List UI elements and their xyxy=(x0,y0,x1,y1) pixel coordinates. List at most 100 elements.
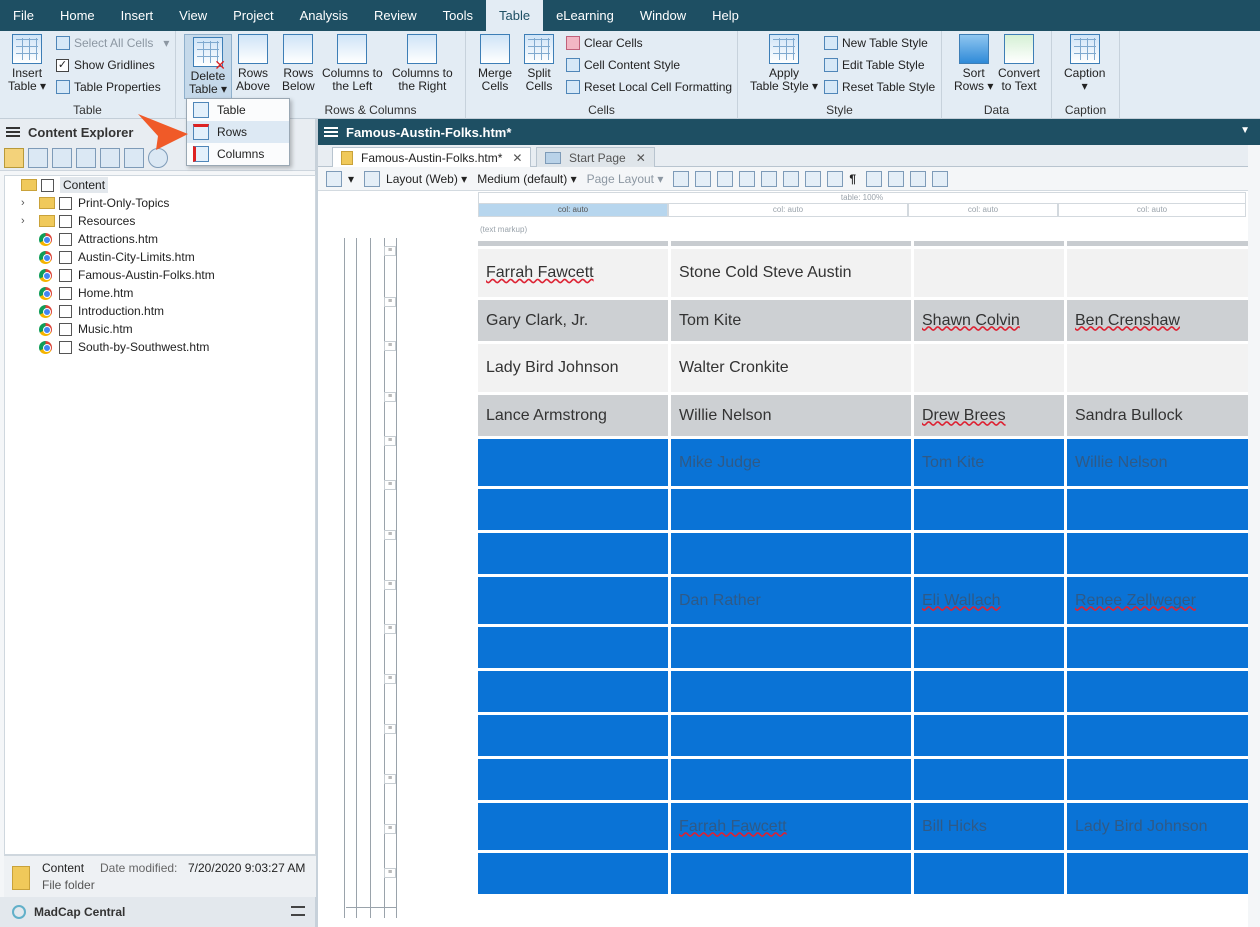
table-cell[interactable] xyxy=(671,853,911,894)
format-icon[interactable] xyxy=(695,170,712,187)
edit-table-style-button[interactable]: Edit Table Style xyxy=(824,58,925,72)
table-cell[interactable]: Drew Brees xyxy=(914,395,1064,436)
menu-view[interactable]: View xyxy=(166,0,220,31)
table-properties-button[interactable]: Table Properties xyxy=(56,80,161,94)
table-cell[interactable] xyxy=(671,671,911,712)
table-cell[interactable]: Sandra Bullock xyxy=(1067,395,1255,436)
tree-item[interactable]: › Resources xyxy=(21,212,135,230)
checkbox[interactable] xyxy=(59,304,72,318)
tab-famous-austin-folks[interactable]: Famous-Austin-Folks.htm* ✕ xyxy=(332,147,532,167)
tree-item-content[interactable]: Content xyxy=(21,176,109,194)
table-cell[interactable] xyxy=(914,344,1064,392)
table-cell[interactable] xyxy=(671,627,911,668)
table-cell[interactable]: Mike Judge xyxy=(671,439,911,486)
table-row[interactable] xyxy=(478,853,1255,894)
show-gridlines-checkbox[interactable]: ✓ Show Gridlines xyxy=(56,58,155,72)
table-cell[interactable] xyxy=(1067,853,1255,894)
menu-insert[interactable]: Insert xyxy=(108,0,167,31)
table-cell[interactable] xyxy=(914,759,1064,800)
table-cell[interactable] xyxy=(478,627,668,668)
split-cells-button[interactable]: Split Cells xyxy=(524,34,554,93)
checkbox[interactable] xyxy=(59,268,72,282)
table-row[interactable] xyxy=(478,671,1255,712)
table-row[interactable]: Mike Judge Tom Kite Willie Nelson xyxy=(478,439,1255,486)
table-cell[interactable] xyxy=(914,533,1064,574)
menu-window[interactable]: Window xyxy=(627,0,699,31)
table-cell[interactable]: Farrah Fawcett xyxy=(478,249,668,297)
sort-rows-button[interactable]: Sort Rows ▾ xyxy=(954,34,993,93)
rows-above-button[interactable]: Rows Above xyxy=(236,34,270,93)
new-table-style-button[interactable]: New Table Style xyxy=(824,36,928,50)
tree-item[interactable]: Home.htm xyxy=(21,284,133,302)
page-layout-dropdown[interactable]: Page Layout ▾ xyxy=(587,172,664,186)
tree-item[interactable]: Austin-City-Limits.htm xyxy=(21,248,195,266)
table-cell[interactable] xyxy=(914,671,1064,712)
table-cell[interactable] xyxy=(1067,715,1255,756)
table-cell[interactable] xyxy=(671,759,911,800)
checkbox[interactable] xyxy=(59,340,72,354)
tree-item[interactable]: Music.htm xyxy=(21,320,133,338)
row-marker[interactable]: ≡ xyxy=(384,824,396,834)
table-cell[interactable] xyxy=(671,489,911,530)
tree-item[interactable]: Famous-Austin-Folks.htm xyxy=(21,266,215,284)
table-row[interactable]: Farrah Fawcett Bill Hicks Lady Bird Johnso… xyxy=(478,803,1255,850)
table-cell[interactable]: Bill Hicks xyxy=(914,803,1064,850)
format-icon[interactable] xyxy=(783,170,800,187)
table-cell[interactable]: Willie Nelson xyxy=(671,395,911,436)
table-row[interactable] xyxy=(478,759,1255,800)
table-cell[interactable]: Stone Cold Steve Austin xyxy=(671,249,911,297)
table-cell[interactable]: Willie Nelson xyxy=(1067,439,1255,486)
table-cell[interactable]: Tom Kite xyxy=(914,439,1064,486)
table-cell[interactable]: Eli Wallach xyxy=(914,577,1064,624)
table-cell[interactable] xyxy=(478,577,668,624)
chevron-down-icon[interactable]: ▼ xyxy=(1240,125,1250,136)
convert-to-text-button[interactable]: Convert to Text xyxy=(998,34,1040,93)
table-cell[interactable]: Ben Crenshaw xyxy=(1067,300,1255,341)
column-label-1[interactable]: col: auto xyxy=(478,204,668,217)
checkbox[interactable] xyxy=(59,250,72,264)
table-cell[interactable]: Walter Cronkite xyxy=(671,344,911,392)
table-cell[interactable]: Lance Armstrong xyxy=(478,395,668,436)
table-cell[interactable] xyxy=(914,715,1064,756)
clear-cells-button[interactable]: Clear Cells xyxy=(566,36,643,50)
table-cell[interactable] xyxy=(478,489,668,530)
menu-project[interactable]: Project xyxy=(220,0,286,31)
checkbox[interactable] xyxy=(59,196,72,210)
table-cell[interactable] xyxy=(478,803,668,850)
format-icon[interactable] xyxy=(739,170,756,187)
table-cell[interactable] xyxy=(1067,627,1255,668)
table-cell[interactable]: Dan Rather xyxy=(671,577,911,624)
menu-elearning[interactable]: eLearning xyxy=(543,0,627,31)
delete-table-button[interactable]: ✕ Delete Table ▾ xyxy=(184,34,233,99)
table-cell[interactable] xyxy=(914,627,1064,668)
reset-local-cell-formatting-button[interactable]: Reset Local Cell Formatting xyxy=(566,80,732,94)
delete-columns-menu-item[interactable]: Columns xyxy=(187,143,289,165)
caption-button[interactable]: Caption ▾ xyxy=(1064,34,1105,93)
table-cell[interactable]: Lady Bird Johnson xyxy=(478,344,668,392)
eye-icon[interactable] xyxy=(866,170,883,187)
row-marker[interactable]: ≡ xyxy=(384,774,396,784)
format-icon[interactable] xyxy=(673,170,690,187)
menu-table[interactable]: Table xyxy=(485,0,544,31)
columns-right-button[interactable]: Columns to the Right xyxy=(392,34,453,93)
grid-icon[interactable] xyxy=(100,147,120,168)
row-marker[interactable]: ≡ xyxy=(384,868,396,878)
madcap-central-bar[interactable]: MadCap Central xyxy=(0,897,315,927)
table-cell[interactable] xyxy=(1067,489,1255,530)
table-cell[interactable]: Gary Clark, Jr. xyxy=(478,300,668,341)
menu-home[interactable]: Home xyxy=(47,0,108,31)
menu-tools[interactable]: Tools xyxy=(430,0,486,31)
merge-cells-button[interactable]: Merge Cells xyxy=(478,34,512,93)
table-cell[interactable] xyxy=(671,715,911,756)
table-cell[interactable]: Farrah Fawcett xyxy=(671,803,911,850)
menu-icon[interactable] xyxy=(324,127,338,137)
tab-start-page[interactable]: Start Page ✕ xyxy=(536,147,655,167)
row-marker[interactable]: ≡ xyxy=(384,674,396,684)
table-cell[interactable] xyxy=(478,853,668,894)
table-cell[interactable] xyxy=(1067,533,1255,574)
zoom-icon[interactable] xyxy=(326,170,342,187)
row-marker[interactable]: ≡ xyxy=(384,580,396,590)
row-marker[interactable]: ≡ xyxy=(384,297,396,307)
table-cell[interactable] xyxy=(478,671,668,712)
view-icon[interactable] xyxy=(28,147,48,168)
